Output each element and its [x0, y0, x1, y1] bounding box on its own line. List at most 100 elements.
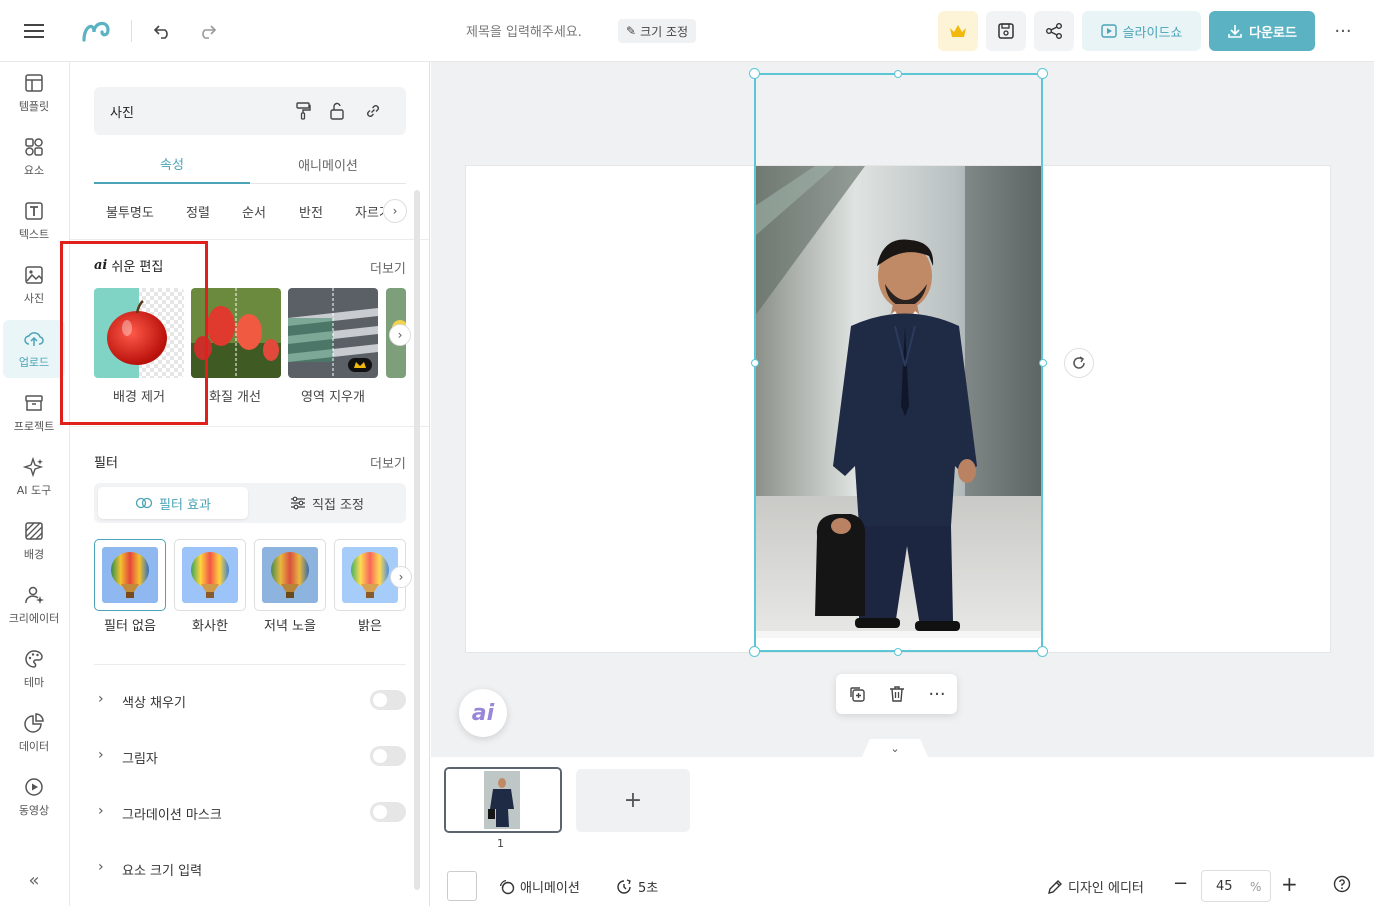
color-fill-toggle[interactable] [370, 690, 406, 710]
page-color-swatch[interactable] [447, 871, 477, 901]
resize-handle-top-right[interactable] [1037, 68, 1048, 79]
tab-animation[interactable]: 애니메이션 [250, 144, 406, 184]
filter-title: 필터 [94, 456, 118, 471]
collapse-rail-button[interactable]: « [20, 866, 48, 894]
rail-item-theme[interactable]: 테마 [3, 640, 65, 698]
share-button[interactable] [1034, 11, 1074, 51]
filter-bright-card[interactable] [174, 539, 246, 611]
resize-handle-bottom-right[interactable] [1037, 646, 1048, 657]
ai-assistant-button[interactable]: ai [459, 689, 507, 737]
rail-item-project[interactable]: 프로젝트 [3, 384, 65, 442]
filter-none-card[interactable] [94, 539, 166, 611]
easy-edit-title: ai 쉬운 편집 [94, 256, 163, 275]
design-editor-button[interactable]: 디자인 에디터 [1047, 877, 1144, 896]
paint-roller-icon[interactable] [292, 100, 314, 122]
properties-panel: 사진 속성 애니메이션 불투명도 정렬 순서 반전 자르기 › ai 쉬운 편집… [70, 62, 430, 906]
slideshow-button[interactable]: 슬라이드쇼 [1082, 11, 1201, 51]
chevron-down-icon[interactable]: ⌄ [862, 739, 928, 757]
menu-icon[interactable] [20, 18, 48, 44]
trash-icon[interactable] [886, 683, 908, 705]
video-icon [25, 778, 43, 796]
undo-icon[interactable] [150, 18, 176, 44]
filter-sunset-label: 저녁 노을 [264, 619, 316, 634]
gradient-mask-toggle[interactable] [370, 802, 406, 822]
page-thumbnail[interactable] [444, 767, 562, 833]
tab-properties[interactable]: 속성 [94, 144, 250, 184]
subtab-order[interactable]: 순서 [242, 202, 266, 221]
manual-adjust-option[interactable]: 직접 조정 [252, 487, 402, 519]
download-button[interactable]: 다운로드 [1209, 11, 1315, 51]
bottom-toolbar: 애니메이션 5초 디자인 에디터 − 45 % + [431, 865, 1374, 905]
more-actions-icon[interactable]: ··· [926, 683, 948, 705]
area-eraser-card[interactable] [288, 288, 378, 378]
rail-item-elements[interactable]: 요소 [3, 128, 65, 186]
resize-button[interactable]: ✎ 크기 조정 [618, 19, 697, 43]
more-options-icon[interactable]: ··· [1328, 18, 1358, 44]
zoom-input[interactable]: 45 % [1201, 870, 1271, 902]
rail-item-ai-tools[interactable]: AI 도구 [3, 448, 65, 506]
logo-icon[interactable] [78, 15, 114, 47]
section-divider [94, 664, 406, 665]
rail-item-upload[interactable]: 업로드 [3, 320, 65, 378]
filter-sunset-card[interactable] [254, 539, 326, 611]
link-icon[interactable] [362, 100, 384, 122]
rail-item-photo[interactable]: 사진 [3, 256, 65, 314]
property-subtabs: 불투명도 정렬 순서 반전 자르기 › [94, 196, 407, 228]
color-fill-row[interactable]: › 색상 채우기 [94, 687, 406, 715]
unlock-icon[interactable] [326, 100, 348, 122]
easy-edit-more-link[interactable]: 더보기 [370, 258, 406, 277]
bg-remove-label: 배경 제거 [113, 390, 165, 405]
animation-button[interactable]: 애니메이션 [499, 877, 580, 896]
gradient-mask-row[interactable]: › 그라데이션 마스크 [94, 799, 406, 827]
resize-handle-right[interactable] [1039, 359, 1047, 367]
design-editor-label: 디자인 에디터 [1068, 881, 1144, 896]
resize-handle-bottom[interactable] [894, 648, 902, 656]
subtab-flip[interactable]: 반전 [299, 202, 323, 221]
manual-adjust-label: 직접 조정 [312, 497, 364, 513]
rail-item-template[interactable]: 템플릿 [3, 64, 65, 122]
document-title-input[interactable]: 제목을 입력해주세요. [466, 21, 582, 40]
subtab-align[interactable]: 정렬 [186, 202, 210, 221]
duplicate-icon[interactable] [846, 683, 868, 705]
duration-label: 5초 [638, 881, 659, 896]
rail-label: 업로드 [18, 356, 50, 369]
rail-item-data[interactable]: 데이터 [3, 704, 65, 762]
pen-icon [1048, 879, 1062, 894]
apple-thumbnail [94, 288, 184, 378]
upload-icon [24, 332, 44, 346]
rail-item-creator[interactable]: 크리에이터 [3, 576, 65, 634]
panel-header: 사진 [94, 87, 406, 135]
shadow-row[interactable]: › 그림자 [94, 743, 406, 771]
rail-item-text[interactable]: 텍스트 [3, 192, 65, 250]
subtab-opacity[interactable]: 불투명도 [106, 202, 154, 221]
resize-handle-left[interactable] [751, 359, 759, 367]
filter-more-link[interactable]: 더보기 [370, 453, 406, 472]
rail-item-background[interactable]: 배경 [3, 512, 65, 570]
save-button[interactable] [986, 11, 1026, 51]
element-size-row[interactable]: › 요소 크기 입력 [94, 855, 406, 883]
help-icon[interactable] [1333, 875, 1351, 893]
bg-remove-card[interactable] [94, 288, 184, 378]
chevron-right-icon[interactable]: › [383, 199, 407, 223]
subtab-crop[interactable]: 자르기 [355, 202, 383, 221]
resize-handle-bottom-left[interactable] [749, 646, 760, 657]
filter-next-icon[interactable]: › [390, 566, 412, 588]
panel-scrollbar[interactable] [414, 190, 420, 890]
easy-edit-next-icon[interactable]: › [389, 324, 411, 346]
rail-label: 프로젝트 [13, 420, 55, 433]
premium-button[interactable] [938, 11, 978, 51]
shadow-toggle[interactable] [370, 746, 406, 766]
rail-item-video[interactable]: 동영상 [3, 768, 65, 826]
selection-box[interactable] [754, 73, 1043, 652]
add-page-button[interactable]: + [576, 769, 690, 832]
zoom-out-icon[interactable]: − [1173, 873, 1188, 894]
resize-handle-top-left[interactable] [749, 68, 760, 79]
zoom-in-icon[interactable]: + [1281, 872, 1298, 896]
filter-none-label: 필터 없음 [104, 619, 156, 634]
quality-enhance-card[interactable] [191, 288, 281, 378]
filter-effect-option[interactable]: 필터 효과 [98, 487, 248, 519]
redo-icon[interactable] [194, 18, 220, 44]
resize-handle-top[interactable] [894, 70, 902, 78]
duration-button[interactable]: 5초 [615, 877, 658, 896]
rotate-icon[interactable] [1064, 348, 1094, 378]
